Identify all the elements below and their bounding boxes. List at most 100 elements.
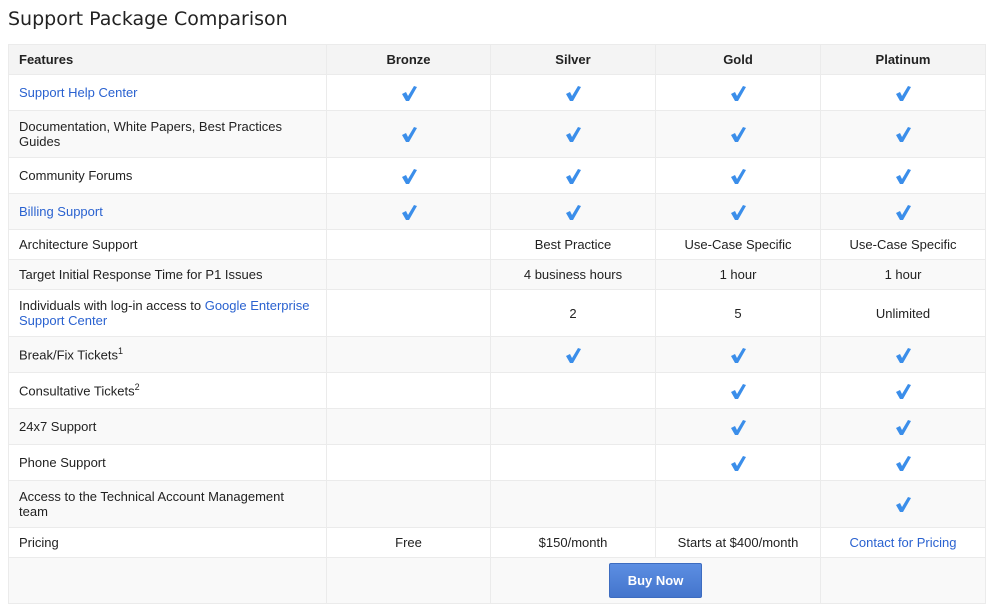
table-row: Phone Support xyxy=(8,444,986,481)
feature-cell: 24x7 Support xyxy=(8,408,327,445)
table-row: Community Forums xyxy=(8,157,986,194)
value-cell-platinum xyxy=(820,372,986,409)
table-row: Pricing Free $150/month Starts at $400/mont… xyxy=(8,527,986,558)
value-cell-platinum xyxy=(820,193,986,230)
table-row: Target Initial Response Time for P1 Issu… xyxy=(8,259,986,290)
table-row: Access to the Technical Account Manageme… xyxy=(8,480,986,528)
value-cell-platinum xyxy=(820,110,986,158)
value-cell-bronze xyxy=(326,336,491,373)
checkmark-icon xyxy=(731,204,746,220)
value-cell-silver xyxy=(490,408,656,445)
value-cell-bronze xyxy=(326,408,491,445)
value-cell-gold xyxy=(655,157,821,194)
value-cell-silver xyxy=(490,110,656,158)
value-cell-silver xyxy=(490,193,656,230)
value-cell-silver: 2 xyxy=(490,289,656,337)
feature-cell: Support Help Center xyxy=(8,74,327,111)
checkmark-icon xyxy=(896,497,911,512)
column-header-features: Features xyxy=(8,44,327,75)
checkmark-icon xyxy=(401,85,417,101)
value-cell-gold xyxy=(655,372,821,409)
value-cell-platinum xyxy=(820,157,986,194)
footnote-marker: 2 xyxy=(134,382,140,393)
value-cell-gold: Use-Case Specific xyxy=(655,229,821,260)
value-cell-bronze xyxy=(326,289,491,337)
checkmark-icon xyxy=(566,168,581,184)
value-cell-gold xyxy=(655,110,821,158)
feature-cell: Billing Support xyxy=(8,193,327,230)
value-cell-platinum xyxy=(820,74,986,111)
feature-cell: Community Forums xyxy=(8,157,327,194)
value-cell-gold xyxy=(655,193,821,230)
checkmark-icon xyxy=(731,419,746,435)
value-cell-silver xyxy=(490,480,656,528)
empty-cell xyxy=(820,557,986,604)
table-row: Individuals with log-in access to Google… xyxy=(8,289,986,337)
checkmark-icon xyxy=(896,419,911,435)
header-row: Features Bronze Silver Gold Platinum xyxy=(8,44,986,75)
value-cell-bronze: Free xyxy=(326,527,491,558)
table-row: Break/Fix Tickets1 xyxy=(8,336,986,373)
table-row: Billing Support xyxy=(8,193,986,230)
value-cell-silver xyxy=(490,74,656,111)
table-row: Documentation, White Papers, Best Practi… xyxy=(8,110,986,158)
checkmark-icon xyxy=(566,204,581,220)
value-cell-bronze xyxy=(326,372,491,409)
feature-cell: Target Initial Response Time for P1 Issu… xyxy=(8,259,327,290)
value-cell-silver xyxy=(490,157,656,194)
feature-cell: Consultative Tickets2 xyxy=(8,372,327,409)
feature-cell: Break/Fix Tickets1 xyxy=(8,336,327,373)
checkmark-icon xyxy=(731,347,746,363)
value-cell-gold xyxy=(655,336,821,373)
feature-link[interactable]: Support Help Center xyxy=(19,85,138,100)
value-cell-platinum: Unlimited xyxy=(820,289,986,337)
checkmark-icon xyxy=(731,127,746,142)
checkmark-icon xyxy=(401,204,417,220)
contact-pricing-link[interactable]: Contact for Pricing xyxy=(850,535,957,550)
feature-cell: Individuals with log-in access to Google… xyxy=(8,289,327,337)
value-cell-bronze xyxy=(326,444,491,481)
feature-link[interactable]: Google Enterprise Support Center xyxy=(19,298,309,328)
feature-cell: Access to the Technical Account Manageme… xyxy=(8,480,327,528)
value-cell-platinum xyxy=(820,336,986,373)
checkmark-icon xyxy=(896,168,911,184)
feature-cell: Phone Support xyxy=(8,444,327,481)
checkmark-icon xyxy=(566,347,581,363)
checkmark-icon xyxy=(896,347,911,363)
buy-cell: Buy Now xyxy=(490,557,821,604)
checkmark-icon xyxy=(896,85,911,101)
feature-link[interactable]: Billing Support xyxy=(19,204,103,219)
value-cell-bronze xyxy=(326,229,491,260)
checkmark-icon xyxy=(566,127,581,142)
empty-cell xyxy=(326,557,491,604)
table-row: 24x7 Support xyxy=(8,408,986,445)
value-cell-gold: 1 hour xyxy=(655,259,821,290)
value-cell-silver xyxy=(490,336,656,373)
value-cell-bronze xyxy=(326,110,491,158)
empty-cell xyxy=(8,557,327,604)
footnote-marker: 1 xyxy=(117,346,123,357)
value-cell-silver: Best Practice xyxy=(490,229,656,260)
checkmark-icon xyxy=(731,455,746,471)
checkmark-icon xyxy=(896,455,911,471)
value-cell-platinum: 1 hour xyxy=(820,259,986,290)
checkmark-icon xyxy=(896,204,911,220)
column-header-bronze: Bronze xyxy=(326,44,491,75)
value-cell-silver: $150/month xyxy=(490,527,656,558)
feature-cell: Pricing xyxy=(8,527,327,558)
value-cell-gold: 5 xyxy=(655,289,821,337)
value-cell-bronze xyxy=(326,157,491,194)
page-title: Support Package Comparison xyxy=(8,8,288,30)
buy-now-button[interactable]: Buy Now xyxy=(608,563,703,598)
value-cell-gold: Starts at $400/month xyxy=(655,527,821,558)
checkmark-icon xyxy=(731,85,746,101)
value-cell-bronze xyxy=(326,480,491,528)
checkmark-icon xyxy=(896,383,911,399)
value-cell-platinum xyxy=(820,480,986,528)
value-cell-gold xyxy=(655,408,821,445)
checkmark-icon xyxy=(401,127,417,142)
value-cell-silver xyxy=(490,444,656,481)
value-cell-bronze xyxy=(326,74,491,111)
feature-cell: Architecture Support xyxy=(8,229,327,260)
value-cell-platinum xyxy=(820,444,986,481)
